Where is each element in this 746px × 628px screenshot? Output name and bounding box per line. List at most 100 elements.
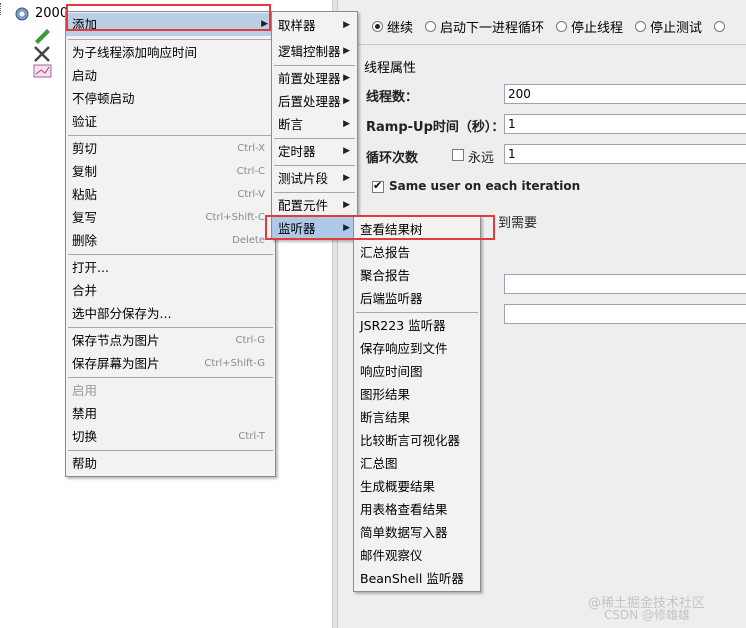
menu-label: 保存响应到文件 [360,341,448,356]
radio-label: 继续 [387,20,414,36]
radio-dot[interactable] [714,20,726,32]
tree-node-label[interactable]: 2000 [35,6,68,21]
menu-label: 保存节点为图片 [72,333,160,348]
submenu-item-logic-controller[interactable]: 逻辑控制器 ▶ [272,40,357,63]
menu-item-save-selection[interactable]: 选中部分保存为... [66,302,275,325]
listener-submenu: 查看结果树 汇总报告 聚合报告 后端监听器 JSR223 监听器 保存响应到文件… [353,216,481,592]
submenu-item-post-processor[interactable]: 后置处理器 ▶ [272,90,357,113]
listener-item-view-results-table[interactable]: 用表格查看结果 [354,498,480,521]
menu-label: 禁用 [72,406,98,421]
radio-continue[interactable]: 继续 [372,17,413,36]
shortcut-text: Ctrl-T [238,431,265,442]
menu-label: 配置元件 [278,198,329,213]
loop-count-input[interactable]: 1 [504,144,746,164]
shortcut-text: Ctrl-C [236,166,265,177]
listener-item-beanshell[interactable]: BeanShell 监听器 [354,567,480,590]
menu-separator [274,65,355,66]
menu-item-cut[interactable]: 剪切 Ctrl-X [66,137,275,160]
submenu-item-timer[interactable]: 定时器 ▶ [272,140,357,163]
radio-stop-thread[interactable]: 停止线程 [556,17,623,36]
listener-item-assertion-results[interactable]: 断言结果 [354,406,480,429]
listener-item-simple-data-writer[interactable]: 简单数据写入器 [354,521,480,544]
sampler-pencil-icon[interactable] [32,26,52,44]
menu-separator [68,135,273,136]
highlight-box-listener [265,215,495,240]
menu-separator [68,327,273,328]
menu-item-save-screen-image[interactable]: 保存屏幕为图片 Ctrl+Shift-G [66,352,275,375]
submenu-item-assertion[interactable]: 断言 ▶ [272,113,357,136]
listener-item-save-responses[interactable]: 保存响应到文件 [354,337,480,360]
menu-label: 汇总图 [360,456,398,471]
menu-label: 剪切 [72,141,98,156]
radio-dot[interactable] [372,20,383,32]
context-menu: 添加 ▶ 为子线程添加响应时间 启动 不停顿启动 验证 剪切 Ctrl-X 复制 Ct… [65,11,276,477]
thread-count-input[interactable]: 200 [504,84,746,104]
radio-dot[interactable] [556,20,568,32]
startup-delay-input[interactable] [504,304,746,324]
listener-item-aggregate-report[interactable]: 聚合报告 [354,264,480,287]
submenu-item-config-element[interactable]: 配置元件 ▶ [272,194,357,217]
radio-dot[interactable] [425,20,437,32]
radio-more[interactable] [714,20,726,32]
menu-item-merge[interactable]: 合并 [66,279,275,302]
radio-label: 停止测试 [650,20,703,36]
radio-dot[interactable] [635,20,647,32]
submenu-arrow-icon: ▶ [343,173,350,183]
menu-item-delete[interactable]: 删除 Delete [66,229,275,252]
radio-label: 停止线程 [571,20,624,36]
radio-next-loop[interactable]: 启动下一进程循环 [425,17,544,36]
shortcut-text: Ctrl-V [237,189,265,200]
thread-group-gear-icon[interactable] [12,5,32,23]
add-submenu: 取样器 ▶ 逻辑控制器 ▶ 前置处理器 ▶ 后置处理器 ▶ 断言 ▶ 定时器 ▶ 测试片段 ▶… [271,11,358,240]
menu-item-open[interactable]: 打开... [66,256,275,279]
same-user-checkbox[interactable] [372,179,384,193]
menu-label: 启动 [72,68,98,83]
listener-item-summary-graph[interactable]: 汇总图 [354,452,480,475]
listener-item-jsr223[interactable]: JSR223 监听器 [354,314,480,337]
menu-item-save-node-image[interactable]: 保存节点为图片 Ctrl-G [66,329,275,352]
listener-item-summary-report[interactable]: 汇总报告 [354,241,480,264]
submenu-arrow-icon: ▶ [343,73,350,83]
menu-label: 复制 [72,164,98,179]
forever-label: 永远 [468,151,495,166]
menu-label: 切换 [72,429,98,444]
test-plan-tree: 2000 [0,0,68,628]
menu-item-duplicate[interactable]: 复写 Ctrl+Shift-C [66,206,275,229]
duration-input[interactable] [504,274,746,294]
menu-label: 生成概要结果 [360,479,436,494]
menu-label: 合并 [72,283,98,298]
tree-line [0,3,7,15]
menu-separator [356,312,478,313]
menu-item-start[interactable]: 启动 [66,64,275,87]
submenu-item-pre-processor[interactable]: 前置处理器 ▶ [272,67,357,90]
listener-item-generate-summary[interactable]: 生成概要结果 [354,475,480,498]
menu-item-toggle[interactable]: 切换 Ctrl-T [66,425,275,448]
submenu-arrow-icon: ▶ [343,96,350,106]
listener-item-response-time-graph[interactable]: 响应时间图 [354,360,480,383]
menu-item-copy[interactable]: 复制 Ctrl-C [66,160,275,183]
listener-item-comparison-visualizer[interactable]: 比较断言可视化器 [354,429,480,452]
submenu-item-sampler[interactable]: 取样器 ▶ [272,14,357,37]
divider [358,44,746,45]
menu-item-help[interactable]: 帮助 [66,452,275,475]
menu-item-start-no-pause[interactable]: 不停顿启动 [66,87,275,110]
graph-icon[interactable] [33,64,53,78]
menu-item-validate[interactable]: 验证 [66,110,275,133]
partial-label: 到需要 [498,216,538,231]
menu-item-paste[interactable]: 粘贴 Ctrl-V [66,183,275,206]
submenu-arrow-icon: ▶ [343,119,350,129]
menu-item-add-response-time[interactable]: 为子线程添加响应时间 [66,41,275,64]
submenu-item-test-fragment[interactable]: 测试片段 ▶ [272,167,357,190]
listener-item-graph-results[interactable]: 图形结果 [354,383,480,406]
menu-separator [274,192,355,193]
radio-stop-test[interactable]: 停止测试 [635,17,702,36]
listener-item-mailer-visualizer[interactable]: 邮件观察仪 [354,544,480,567]
highlight-box-add [66,4,271,31]
menu-item-disable[interactable]: 禁用 [66,402,275,425]
loop-count-label: 循环次数 [366,151,419,166]
tools-icon[interactable] [33,45,53,63]
forever-checkbox[interactable] [452,149,464,161]
rampup-input[interactable]: 1 [504,114,746,134]
listener-item-backend-listener[interactable]: 后端监听器 [354,287,480,310]
rampup-label: Ramp-Up时间（秒）： [366,120,505,135]
